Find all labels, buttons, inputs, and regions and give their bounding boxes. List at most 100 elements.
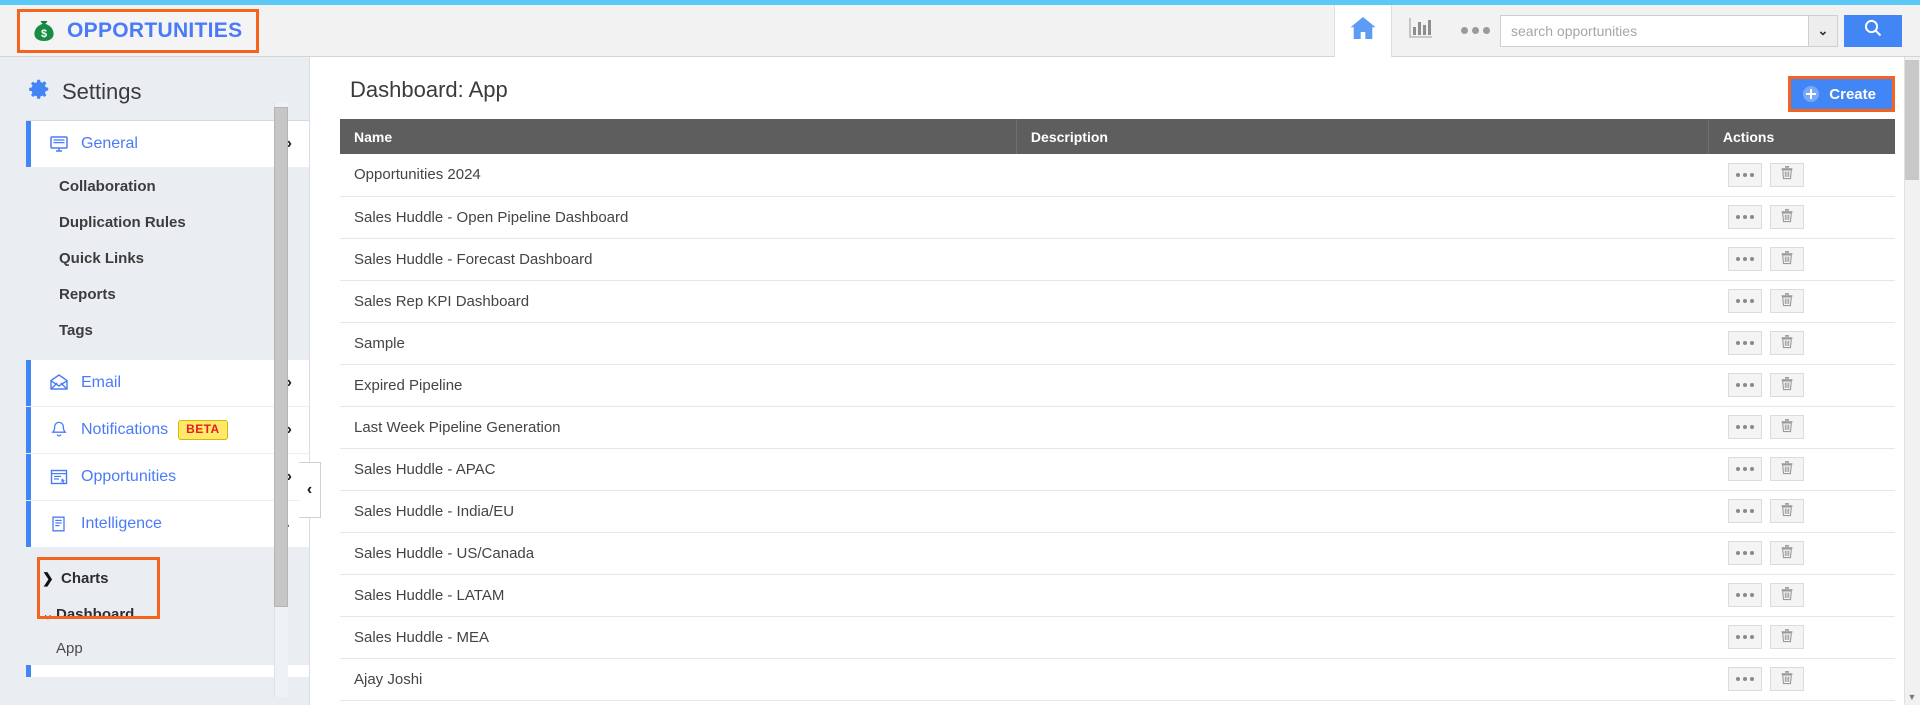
row-more-button[interactable]	[1728, 162, 1763, 187]
sidebar-item-general[interactable]: General ›	[26, 121, 309, 168]
more-menu-button[interactable]	[1450, 5, 1500, 57]
search-button[interactable]	[1844, 14, 1902, 47]
row-delete-button[interactable]	[1770, 457, 1805, 481]
page-scrollbar-thumb[interactable]	[1905, 60, 1919, 180]
monitor-icon	[48, 134, 70, 154]
cell-description	[1016, 658, 1709, 701]
sidebar-collapse-handle[interactable]: ‹	[299, 462, 321, 518]
row-more-button[interactable]	[1728, 457, 1763, 481]
row-delete-button[interactable]	[1770, 625, 1805, 649]
sidebar-item-opportunities[interactable]: Opportunities ›	[26, 454, 309, 501]
settings-sidebar: Settings General › Collaboration Duplica…	[0, 57, 310, 705]
sidebar-item-notifications[interactable]: Notifications BETA ›	[26, 407, 309, 454]
page-title: Dashboard: App	[350, 77, 508, 102]
chevron-right-icon: ❯	[42, 569, 54, 586]
table-row[interactable]: Sales Huddle - LATAM	[340, 574, 1895, 617]
table-row[interactable]: Opportunities 2024	[340, 154, 1895, 197]
sidebar-tree-leaf-app[interactable]: App	[0, 632, 309, 665]
cell-description	[1016, 364, 1709, 407]
ellipsis-icon	[1743, 635, 1748, 639]
sidebar-item-intelligence[interactable]: Intelligence ⌄	[26, 501, 309, 548]
sidebar-subitem-duplication-rules[interactable]: Duplication Rules	[0, 204, 309, 240]
page-scrollbar-down-arrow[interactable]: ▼	[1905, 690, 1919, 704]
row-actions	[1722, 247, 1895, 271]
row-more-button[interactable]	[1728, 625, 1763, 649]
table-header-row: Name Description Actions	[340, 119, 1895, 154]
row-delete-button[interactable]	[1770, 331, 1805, 355]
table-row[interactable]: Expired Pipeline	[340, 364, 1895, 407]
sidebar-tree-label: Dashboard	[56, 605, 135, 623]
row-delete-button[interactable]	[1770, 583, 1805, 607]
sidebar-subitem-reports[interactable]: Reports	[0, 276, 309, 312]
row-more-button[interactable]	[1728, 583, 1763, 607]
row-delete-button[interactable]	[1770, 415, 1805, 439]
row-delete-button[interactable]	[1770, 667, 1805, 691]
row-more-button[interactable]	[1728, 331, 1763, 355]
row-delete-button[interactable]	[1770, 247, 1805, 271]
app-header: $ OPPORTUNITIES search opportunities ⌄	[0, 4, 1920, 57]
sidebar-subitem-tags[interactable]: Tags	[0, 312, 309, 348]
sidebar-tree-dashboard[interactable]: ⌄ Dashboard	[0, 596, 309, 632]
search-scope-dropdown[interactable]: ⌄	[1808, 14, 1838, 47]
row-actions	[1722, 499, 1895, 523]
search-input[interactable]	[1500, 14, 1808, 47]
ellipsis-icon	[1460, 27, 1468, 34]
envelope-icon	[48, 373, 70, 393]
row-delete-button[interactable]	[1770, 499, 1805, 523]
home-button[interactable]	[1334, 4, 1392, 57]
cell-description	[1016, 490, 1709, 533]
table-row[interactable]: Last Week Pipeline Generation	[340, 406, 1895, 449]
table-row[interactable]: Sales Huddle - Forecast Dashboard	[340, 238, 1895, 281]
sidebar-subitem-collaboration[interactable]: Collaboration	[0, 168, 309, 204]
sidebar-scroll-area: General › Collaboration Duplication Rule…	[0, 121, 309, 681]
table-row[interactable]: Sales Huddle - US/Canada	[340, 532, 1895, 575]
row-more-button[interactable]	[1728, 499, 1763, 523]
table-row[interactable]: Sales Rep KPI Dashboard	[340, 280, 1895, 323]
reports-chart-button[interactable]	[1392, 5, 1450, 57]
row-more-button[interactable]	[1728, 541, 1763, 565]
sidebar-scrollbar-thumb[interactable]	[274, 107, 288, 607]
row-delete-button[interactable]	[1770, 205, 1805, 229]
table-row[interactable]: Ajay Joshi	[340, 658, 1895, 701]
sidebar-item-email[interactable]: Email ›	[26, 360, 309, 407]
chevron-down-icon: ⌄	[42, 605, 54, 622]
row-more-button[interactable]	[1728, 205, 1763, 229]
trash-icon	[1780, 165, 1794, 184]
ellipsis-icon	[1750, 257, 1755, 261]
row-more-button[interactable]	[1728, 247, 1763, 271]
table-row[interactable]: Sales Huddle - India/EU	[340, 490, 1895, 533]
cell-description	[1016, 196, 1709, 239]
table-row[interactable]: Sales Huddle - Open Pipeline Dashboard	[340, 196, 1895, 239]
table-row[interactable]: Sample	[340, 322, 1895, 365]
row-more-button[interactable]	[1728, 373, 1763, 397]
money-bag-icon: $	[30, 17, 58, 45]
ellipsis-icon	[1743, 341, 1748, 345]
row-more-button[interactable]	[1728, 289, 1763, 313]
ellipsis-icon	[1743, 299, 1748, 303]
row-actions	[1722, 667, 1895, 691]
sidebar-tree-charts[interactable]: ❯ Charts	[0, 560, 309, 596]
column-header-description[interactable]: Description	[1016, 119, 1709, 154]
cell-name: Expired Pipeline	[340, 364, 1017, 407]
sidebar-subitem-quick-links[interactable]: Quick Links	[0, 240, 309, 276]
app-root: $ OPPORTUNITIES search opportunities ⌄ S…	[0, 0, 1920, 705]
brand-logo[interactable]: $ OPPORTUNITIES	[17, 8, 260, 53]
row-delete-button[interactable]	[1770, 289, 1805, 313]
row-more-button[interactable]	[1728, 667, 1763, 691]
sidebar-item-extra[interactable]	[26, 665, 309, 677]
row-delete-button[interactable]	[1770, 162, 1805, 187]
window-list-icon	[48, 467, 70, 487]
row-more-button[interactable]	[1728, 415, 1763, 439]
row-delete-button[interactable]	[1770, 541, 1805, 565]
ellipsis-icon	[1743, 677, 1748, 681]
column-header-name[interactable]: Name	[340, 119, 1017, 154]
create-button[interactable]: Create	[1788, 76, 1895, 112]
table-row[interactable]: Sales Huddle - MEA	[340, 616, 1895, 659]
table-row[interactable]: Sales Huddle - APAC	[340, 448, 1895, 491]
bar-chart-icon	[1408, 16, 1434, 45]
chevron-down-icon: ⌄	[1817, 22, 1829, 38]
row-delete-button[interactable]	[1770, 373, 1805, 397]
cell-actions	[1708, 448, 1895, 491]
cell-name: Sales Huddle - MEA	[340, 616, 1017, 659]
